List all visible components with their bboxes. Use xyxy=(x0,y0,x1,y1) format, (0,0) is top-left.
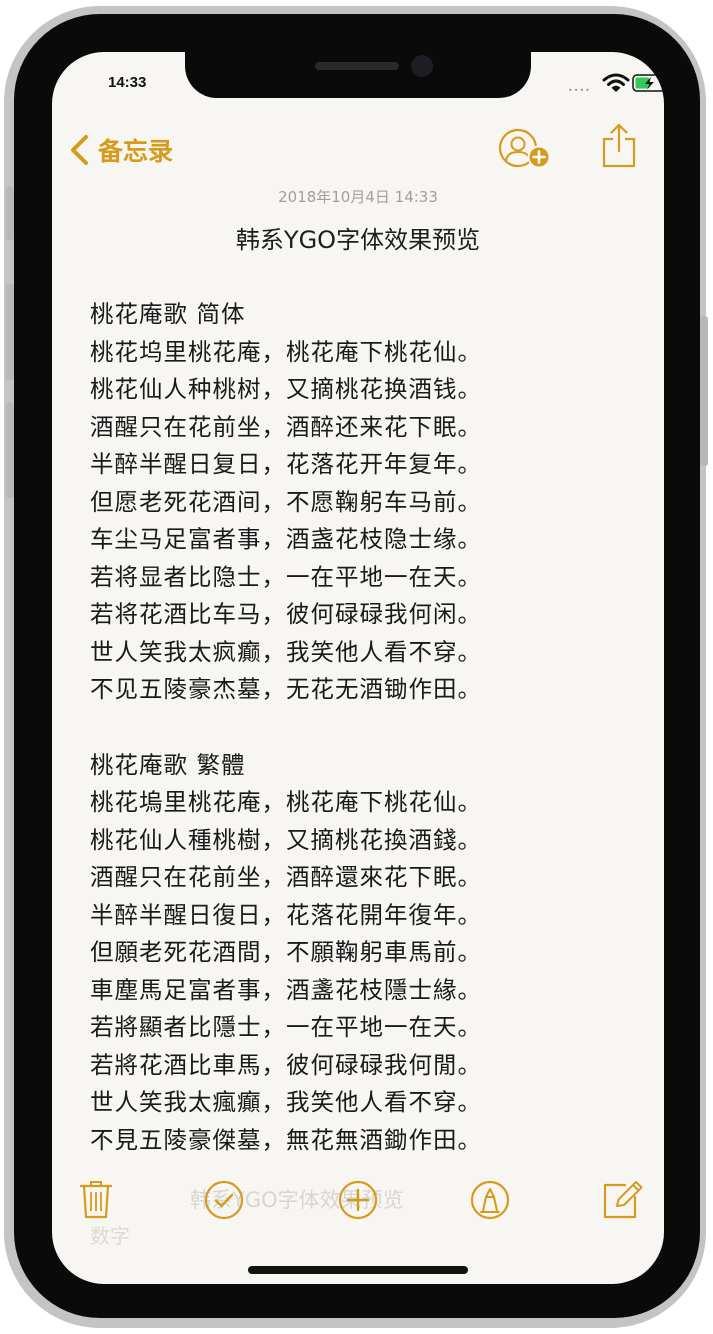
poem-line: 但願老死花酒間，不願鞠躬車馬前。 xyxy=(90,938,482,966)
poem-line: 不见五陵豪杰墓，无花无酒锄作田。 xyxy=(90,675,482,703)
front-camera xyxy=(411,55,433,77)
volume-up-button xyxy=(6,284,14,380)
poem-line: 酒醒只在花前坐，酒醉還來花下眠。 xyxy=(90,863,482,891)
poem-line: 桃花仙人種桃樹，又摘桃花換酒錢。 xyxy=(90,825,482,854)
poem-line: 若將花酒比車馬，彼何碌碌我何閒。 xyxy=(90,1050,482,1079)
battery-charging-icon xyxy=(632,74,664,92)
back-button[interactable]: 备忘录 xyxy=(68,132,173,168)
poem-line: 若将花酒比车马，彼何碌碌我何闲。 xyxy=(90,600,482,628)
poem-line: 桃花仙人种桃树，又摘桃花换酒钱。 xyxy=(90,375,482,403)
notch xyxy=(185,52,531,98)
home-indicator[interactable] xyxy=(248,1266,468,1274)
poem-line: 但愿老死花酒间，不愿鞠躬车马前。 xyxy=(90,487,482,516)
power-button xyxy=(700,316,708,466)
poem-line: 车尘马足富者事，酒盏花枝隐士缘。 xyxy=(90,525,482,553)
plus-circle-icon[interactable] xyxy=(338,1180,378,1220)
mute-switch xyxy=(6,186,14,240)
poem-section-simplified: 桃花庵歌 简体 桃花坞里桃花庵，桃花庵下桃花仙。 桃花仙人种桃树，又摘桃花换酒钱… xyxy=(90,296,650,709)
checklist-icon[interactable] xyxy=(204,1180,244,1220)
poem-section-traditional: 桃花庵歌 繁體 桃花塢里桃花庵，桃花庵下桃花仙。 桃花仙人種桃樹，又摘桃花換酒錢… xyxy=(90,747,650,1160)
poem-line: 桃花塢里桃花庵，桃花庵下桃花仙。 xyxy=(90,788,482,816)
scrolled-text-ghost-2: 数字 xyxy=(90,1224,130,1248)
volume-down-button xyxy=(6,402,14,498)
status-time: 14:33 xyxy=(108,74,147,91)
poem-heading: 桃花庵歌 繁體 xyxy=(90,750,246,779)
add-people-icon[interactable] xyxy=(498,128,554,172)
wifi-icon xyxy=(602,73,630,92)
trash-icon[interactable] xyxy=(78,1178,114,1220)
signal-dots: •••• xyxy=(568,86,591,95)
poem-line: 若將顯者比隱士，一在平地一在天。 xyxy=(90,1013,482,1041)
poem-line: 車塵馬足富者事，酒盞花枝隱士緣。 xyxy=(90,975,482,1004)
poem-line: 桃花坞里桃花庵，桃花庵下桃花仙。 xyxy=(90,337,482,366)
poem-line: 半醉半醒日复日，花落花开年复年。 xyxy=(90,450,482,478)
poem-heading: 桃花庵歌 简体 xyxy=(90,300,246,328)
poem-line: 世人笑我太瘋癲，我笑他人看不穿。 xyxy=(90,1088,482,1116)
speaker-grille xyxy=(315,62,399,70)
back-label: 备忘录 xyxy=(98,137,174,166)
poem-line: 世人笑我太疯癫，我笑他人看不穿。 xyxy=(90,637,482,666)
note-body[interactable]: 桃花庵歌 简体 桃花坞里桃花庵，桃花庵下桃花仙。 桃花仙人种桃树，又摘桃花换酒钱… xyxy=(90,296,650,1197)
compose-icon[interactable] xyxy=(602,1180,644,1220)
notes-screen: 14:33 •••• 备忘录 2018年10月4日 14:33 韩系YGO字体效… xyxy=(52,52,664,1284)
pen-markup-icon[interactable] xyxy=(470,1180,510,1220)
note-title[interactable]: 韩系YGO字体效果预览 xyxy=(52,220,664,255)
poem-line: 半醉半醒日復日，花落花開年復年。 xyxy=(90,900,482,929)
poem-line: 酒醒只在花前坐，酒醉还来花下眠。 xyxy=(90,412,482,441)
note-date: 2018年10月4日 14:33 xyxy=(278,188,438,206)
chevron-left-icon xyxy=(71,135,88,165)
share-icon[interactable] xyxy=(600,122,638,168)
poem-line: 若将显者比隐士，一在平地一在天。 xyxy=(90,562,482,591)
poem-line: 不見五陵豪傑墓，無花無酒鋤作田。 xyxy=(90,1125,482,1154)
